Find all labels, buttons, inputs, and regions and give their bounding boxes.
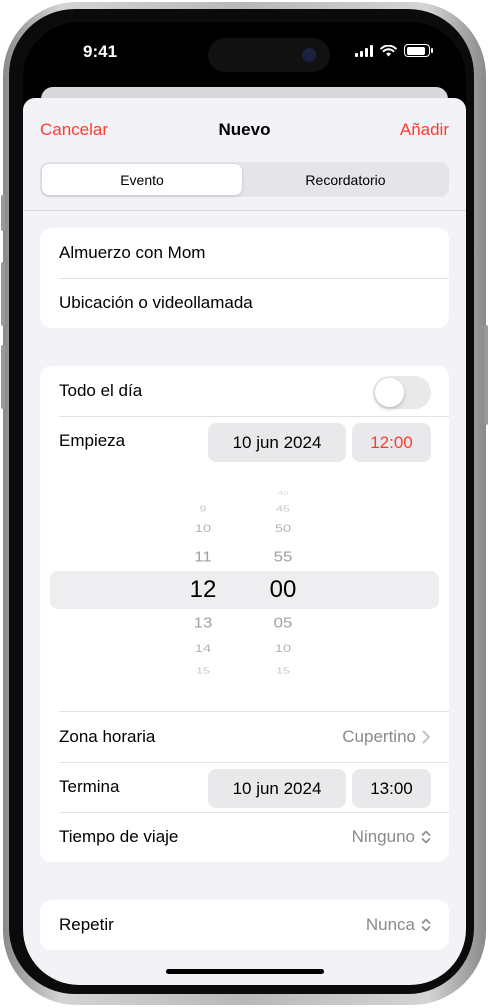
timezone-row[interactable]: Zona horaria Cupertino (40, 712, 449, 762)
start-date-button[interactable]: 10 jun 2024 (208, 423, 346, 462)
ends-label: Termina (59, 777, 120, 796)
repeat-row[interactable]: Repetir Nunca (40, 900, 449, 950)
chevron-up-down-icon (421, 918, 431, 932)
hour-option[interactable]: 14 (173, 643, 233, 655)
segment-event[interactable]: Evento (42, 164, 242, 195)
timezone-label: Zona horaria (59, 727, 156, 746)
hour-option[interactable]: 15 (173, 666, 233, 675)
chevron-right-icon (422, 730, 430, 744)
event-title-field[interactable]: Almuerzo con Mom (59, 243, 205, 263)
camera-icon (302, 48, 316, 62)
hour-option[interactable]: 12 (173, 576, 233, 604)
repeat-value: Nunca (365, 915, 415, 934)
hour-option[interactable]: 11 (173, 548, 233, 566)
home-indicator (166, 969, 324, 974)
divider (23, 210, 466, 211)
segment-reminder[interactable]: Recordatorio (244, 164, 447, 195)
end-date-button[interactable]: 10 jun 2024 (208, 769, 346, 808)
status-icons (355, 44, 433, 57)
action-button (1, 195, 5, 231)
minute-option[interactable]: 45 (253, 504, 313, 513)
wifi-icon (380, 44, 397, 56)
repeat-label: Repetir (59, 915, 114, 934)
status-time: 9:41 (83, 42, 118, 61)
volume-down-button (1, 345, 5, 409)
minute-option[interactable]: 10 (253, 643, 313, 655)
new-event-sheet: Cancelar Nuevo Añadir Evento Recordatori… (23, 98, 466, 985)
minute-option[interactable]: 05 (253, 614, 313, 632)
repeat-card: Repetir Nunca (40, 900, 449, 950)
toggle-knob (375, 378, 404, 407)
chevron-up-down-icon (421, 830, 431, 844)
travel-time-value: Ninguno (351, 827, 415, 846)
power-button (484, 325, 488, 425)
title-row[interactable]: Almuerzo con Mom (40, 228, 449, 278)
title-card: Almuerzo con Mom Ubicación o videollamad… (40, 228, 449, 328)
all-day-toggle[interactable] (373, 376, 431, 409)
minute-option[interactable]: 15 (253, 666, 313, 675)
minute-option[interactable]: 00 (253, 576, 313, 604)
end-time-button[interactable]: 13:00 (352, 769, 431, 808)
picker-selection-band (50, 571, 439, 609)
minute-option[interactable]: 50 (253, 523, 313, 535)
timezone-value: Cupertino (342, 727, 416, 746)
hour-option[interactable]: 9 (173, 504, 233, 513)
type-segmented-control: Evento Recordatorio (40, 162, 449, 197)
minute-option[interactable]: 55 (253, 548, 313, 566)
travel-time-label: Tiempo de viaje (59, 827, 179, 846)
all-day-row: Todo el día (40, 366, 449, 416)
travel-time-row[interactable]: Tiempo de viaje Ninguno (40, 812, 449, 862)
screen: 9:41 Cancelar Nuevo Añadir Evento Record… (23, 22, 466, 985)
all-day-label: Todo el día (59, 381, 143, 400)
location-field[interactable]: Ubicación o videollamada (59, 293, 253, 313)
volume-up-button (1, 262, 5, 326)
repeat-value-group: Nunca (366, 915, 431, 935)
travel-value-group: Ninguno (352, 827, 431, 847)
datetime-card: Todo el día Empieza 10 jun 2024 12:00 9 1… (40, 366, 449, 862)
cellular-signal-icon (355, 44, 373, 57)
navigation-bar: Cancelar Nuevo Añadir Evento Recordatori… (23, 98, 466, 208)
hour-option[interactable]: 13 (173, 614, 233, 632)
starts-label: Empieza (59, 431, 126, 450)
dynamic-island (208, 38, 330, 72)
hour-option[interactable]: 10 (173, 523, 233, 535)
start-time-button[interactable]: 12:00 (352, 423, 431, 462)
time-picker[interactable]: 9 10 11 12 13 14 15 40 45 50 55 00 05 10 15 (40, 466, 449, 711)
battery-icon (404, 44, 433, 57)
location-row[interactable]: Ubicación o videollamada (40, 278, 449, 328)
minute-option[interactable]: 40 (253, 491, 313, 497)
add-button[interactable]: Añadir (400, 120, 449, 140)
starts-row: Empieza 10 jun 2024 12:00 (40, 416, 449, 466)
timezone-value-group: Cupertino (342, 727, 431, 747)
ends-row: Termina 10 jun 2024 13:00 (40, 762, 449, 812)
